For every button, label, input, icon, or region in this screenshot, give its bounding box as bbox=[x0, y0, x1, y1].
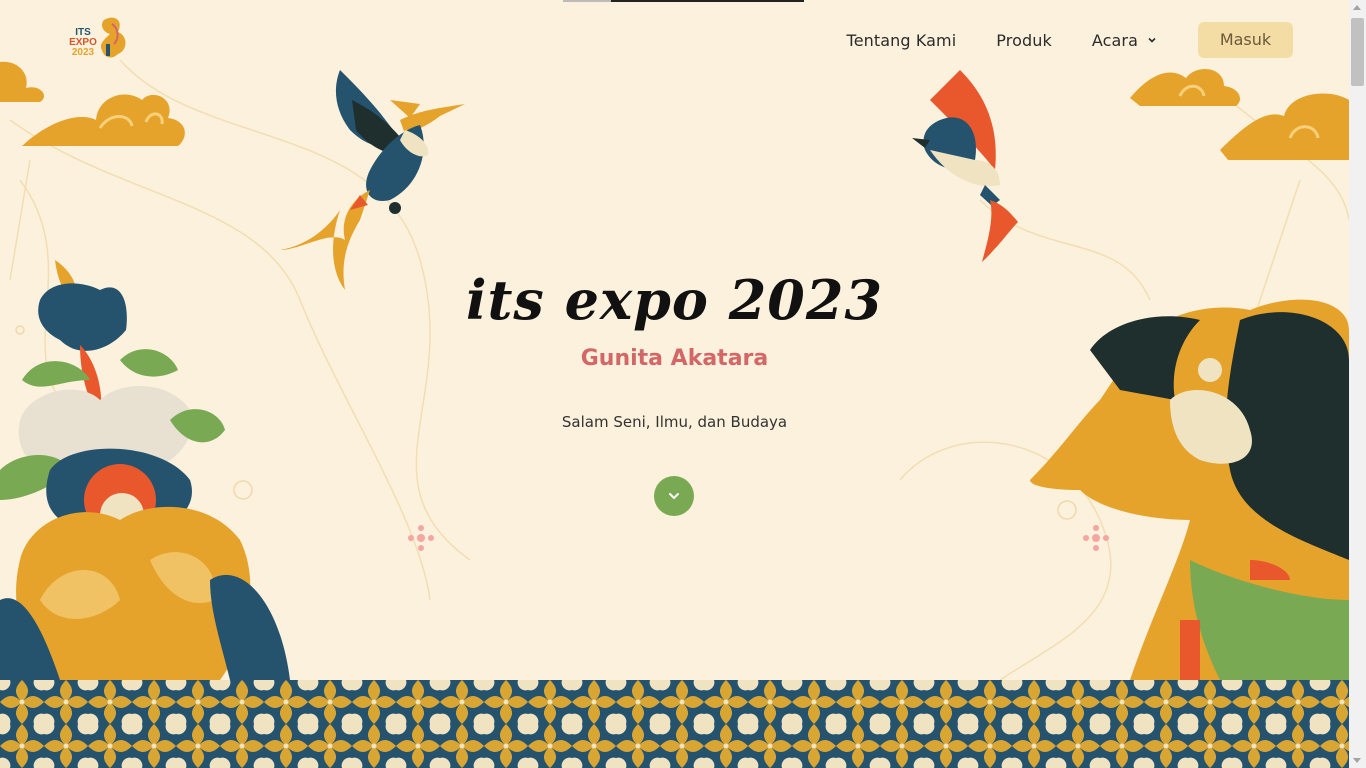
page-scrollbar[interactable] bbox=[1349, 0, 1366, 768]
its-expo-logo[interactable]: ITS EXPO 2023 bbox=[62, 14, 132, 66]
hero-title: its expo 2023 bbox=[465, 268, 884, 332]
hero-subtitle: Gunita Akatara bbox=[580, 346, 769, 371]
nav-link-tentang-kami[interactable]: Tentang Kami bbox=[847, 31, 957, 50]
decorative-background bbox=[0, 59, 1349, 681]
right-bird-illustration bbox=[912, 70, 1018, 262]
nav-link-label: Tentang Kami bbox=[846, 30, 957, 50]
left-bird-illustration bbox=[280, 70, 465, 290]
landing-page: ITS EXPO 2023 Tentang Kami Produk Acara … bbox=[0, 0, 1349, 768]
scroll-down-button[interactable] bbox=[654, 476, 694, 516]
logo-text: ITS EXPO 2023 bbox=[62, 28, 104, 58]
login-button[interactable]: Masuk bbox=[1198, 22, 1293, 58]
scrollbar-thumb[interactable] bbox=[1351, 18, 1364, 86]
loading-bar bbox=[563, 0, 804, 2]
scroll-up-arrow-icon[interactable] bbox=[1353, 5, 1361, 10]
logo-line-year: 2023 bbox=[71, 47, 95, 58]
chevron-down-icon bbox=[669, 493, 679, 500]
batik-pattern-border bbox=[0, 680, 1349, 768]
hero-tagline: Salam Seni, Ilmu, dan Budaya bbox=[561, 413, 788, 431]
nav-link-produk[interactable]: Produk bbox=[996, 31, 1052, 50]
nav-link-label: Acara bbox=[1091, 30, 1138, 50]
chevron-down-icon bbox=[1148, 37, 1156, 43]
nav-link-label: Produk bbox=[996, 30, 1052, 50]
main-nav: Tentang Kami Produk Acara Masuk bbox=[847, 22, 1293, 58]
scroll-down-arrow-icon[interactable] bbox=[1353, 758, 1361, 763]
nav-link-acara[interactable]: Acara bbox=[1092, 31, 1158, 50]
